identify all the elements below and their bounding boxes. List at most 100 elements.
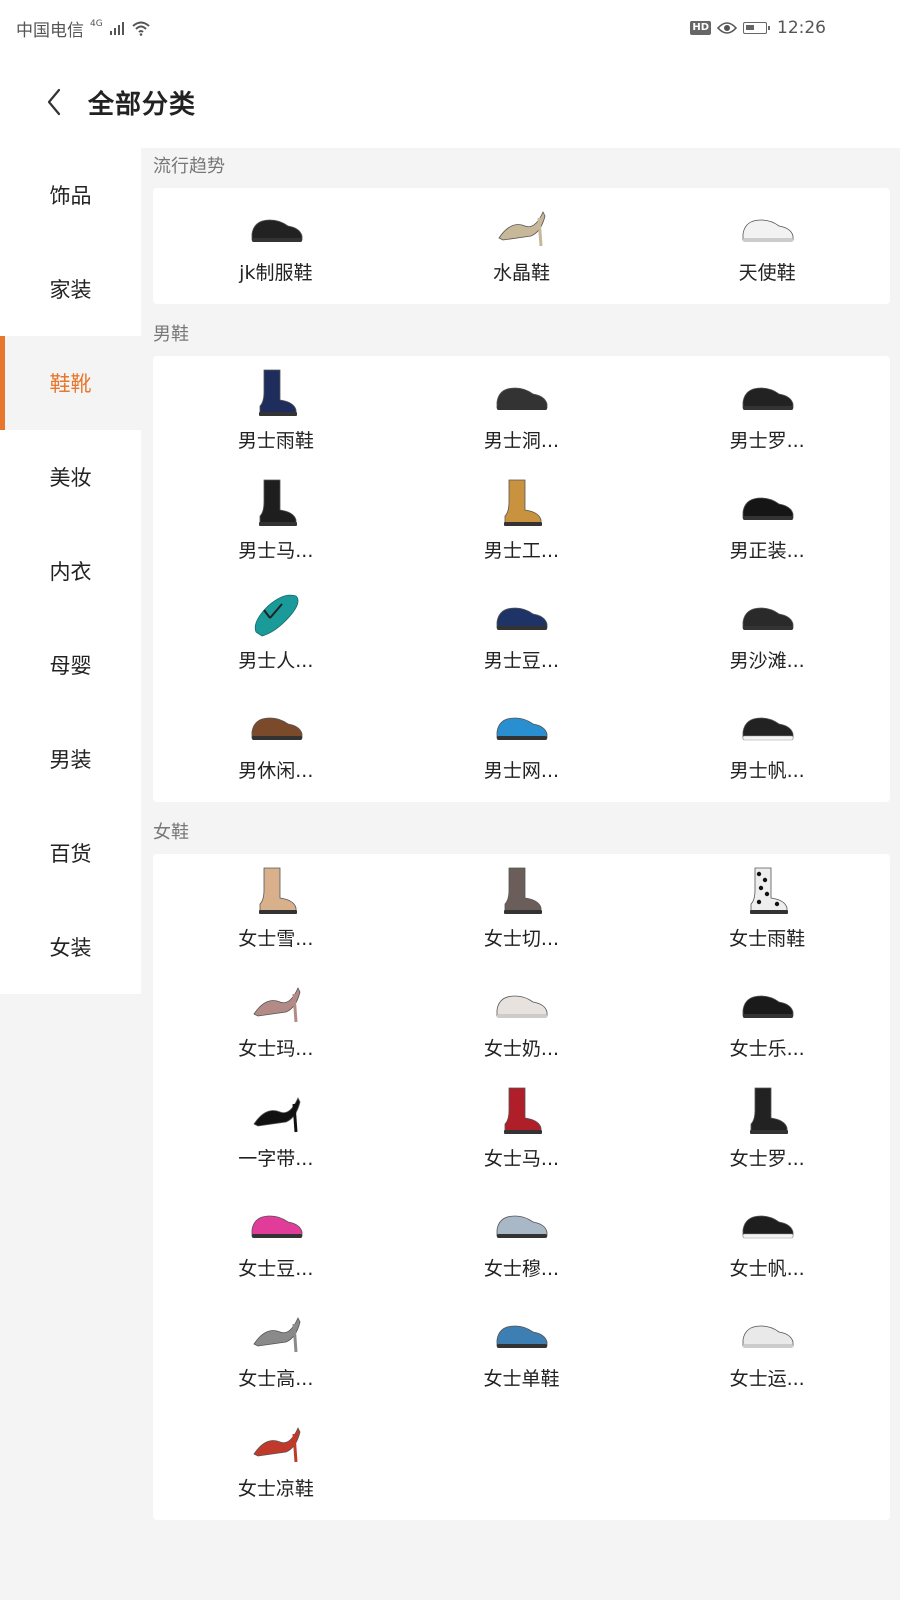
subcategory-content: 流行趋势 jk制服鞋 水晶鞋 天使鞋 男鞋 男士雨鞋 男士洞... 男士罗... 男士马... 男… [153, 148, 890, 1532]
clog-icon [497, 387, 548, 410]
subcategory-item[interactable]: 女士帆... [644, 1184, 890, 1294]
subcategory-label: 水晶鞋 [492, 262, 550, 284]
sidebar-item[interactable]: 百货 [0, 806, 141, 900]
subcategory-label: 男休闲... [238, 760, 314, 782]
subcategory-label: 女士罗... [729, 1148, 805, 1170]
subcategory-grid: jk制服鞋 水晶鞋 天使鞋 [153, 188, 890, 304]
white-nurse-shoe-icon [742, 219, 794, 242]
eye-icon [717, 22, 737, 34]
loafer-icon [497, 607, 548, 630]
subcategory-item[interactable]: 男士工... [399, 466, 645, 576]
sidebar-item[interactable]: 饰品 [0, 148, 141, 242]
chelsea-boot-icon [504, 867, 543, 914]
subcategory-item[interactable]: 一字带... [153, 1074, 399, 1184]
subcategory-item[interactable]: 男沙滩... [644, 576, 890, 686]
gladiator-sandal-icon [750, 1087, 789, 1134]
chevron-left-icon [47, 88, 61, 116]
subcategory-item[interactable]: 女士玛... [153, 964, 399, 1074]
subcategory-item[interactable]: 女士切... [399, 854, 645, 964]
sidebar-item-label: 家装 [49, 278, 92, 302]
sidebar-item[interactable]: 男装 [0, 712, 141, 806]
section-title: 女鞋 [153, 822, 189, 843]
canvas-sneaker-icon [742, 1215, 794, 1239]
subcategory-item[interactable]: 男正装... [644, 466, 890, 576]
subcategory-item[interactable]: 女士高... [153, 1294, 399, 1404]
subcategory-label: 天使鞋 [738, 262, 796, 284]
sidebar-item-label: 母婴 [49, 654, 92, 678]
black-loafer-icon [251, 219, 303, 242]
hd-icon: HD [690, 21, 711, 35]
sandal-icon [742, 387, 794, 410]
subcategory-item[interactable]: 女士雪... [153, 854, 399, 964]
tassel-loafer-icon [742, 995, 794, 1018]
mary-jane-icon [253, 987, 301, 1023]
subcategory-item[interactable]: 男士人... [153, 576, 399, 686]
strap-heel-icon [253, 1097, 301, 1133]
sidebar-item-label: 女装 [49, 936, 92, 960]
sidebar-item-label: 饰品 [49, 184, 92, 208]
subcategory-item[interactable]: 男士罗... [644, 356, 890, 466]
sidebar-item[interactable]: 母婴 [0, 618, 141, 712]
subcategory-label: 男正装... [729, 540, 805, 562]
battery-icon [743, 22, 770, 34]
subcategory-label: 女士穆... [483, 1258, 560, 1280]
rain-boot-icon [258, 369, 297, 416]
sidebar-item[interactable]: 美妆 [0, 430, 141, 524]
subcategory-item[interactable]: 女士穆... [399, 1184, 645, 1294]
subcategory-label: 女士乐... [729, 1038, 805, 1060]
subcategory-label: 男士网... [483, 760, 560, 782]
red-martin-boot-icon [504, 1087, 543, 1134]
subcategory-item[interactable]: 女士雨鞋 [644, 854, 890, 964]
subcategory-item[interactable]: 男士网... [399, 686, 645, 796]
subcategory-item[interactable]: 男士雨鞋 [153, 356, 399, 466]
subcategory-item[interactable]: 男休闲... [153, 686, 399, 796]
polka-rain-boot-icon [750, 867, 789, 914]
subcategory-item[interactable]: 天使鞋 [644, 188, 890, 298]
subcategory-label: 男士豆... [483, 650, 560, 672]
subcategory-item[interactable]: 男士马... [153, 466, 399, 576]
subcategory-label: 女士雨鞋 [729, 928, 806, 950]
martin-boot-icon [258, 479, 297, 526]
subcategory-item[interactable]: 女士凉鞋 [153, 1404, 399, 1514]
subcategory-item[interactable]: 女士奶... [399, 964, 645, 1074]
subcategory-item[interactable]: 男士洞... [399, 356, 645, 466]
subcategory-item[interactable]: 女士乐... [644, 964, 890, 1074]
subcategory-item[interactable]: 女士单鞋 [399, 1294, 645, 1404]
sidebar-item[interactable]: 鞋靴 [0, 336, 141, 430]
subcategory-label: 女士单鞋 [483, 1368, 560, 1390]
subcategory-label: 男士洞... [483, 430, 560, 452]
subcategory-item[interactable]: 女士马... [399, 1074, 645, 1184]
mule-icon [497, 1215, 548, 1238]
sidebar-item[interactable]: 内衣 [0, 524, 141, 618]
wifi-icon [132, 21, 150, 36]
sidebar-item-label: 内衣 [49, 560, 92, 584]
sidebar-item-label: 男装 [49, 748, 92, 772]
subcategory-item[interactable]: 女士豆... [153, 1184, 399, 1294]
status-bar: 中国电信 4G HD 12:26 [0, 0, 900, 56]
subcategory-label: 男士人... [238, 650, 314, 672]
subcategory-label: 女士凉鞋 [237, 1478, 314, 1500]
subcategory-label: 女士运... [729, 1368, 805, 1390]
subcategory-item[interactable]: 男士豆... [399, 576, 645, 686]
signal-icon [109, 22, 124, 35]
back-button[interactable] [34, 82, 74, 122]
flat-shoe-icon [497, 1325, 548, 1348]
high-heel-icon [253, 1317, 301, 1353]
status-right: HD 12:26 [690, 18, 826, 38]
subcategory-item[interactable]: jk制服鞋 [153, 188, 399, 298]
block-heel-sandal-icon [253, 1427, 301, 1463]
subcategory-item[interactable]: 男士帆... [644, 686, 890, 796]
subcategory-item[interactable]: 女士罗... [644, 1074, 890, 1184]
nav-bar: 全部分类 [0, 56, 900, 148]
subcategory-item[interactable]: 女士运... [644, 1294, 890, 1404]
flip-flop-icon [254, 594, 299, 637]
category-sidebar: 饰品家装鞋靴 美妆内衣母婴男装百货女装 [0, 148, 141, 994]
subcategory-item[interactable]: 水晶鞋 [399, 188, 645, 298]
sidebar-item[interactable]: 家装 [0, 242, 141, 336]
sidebar-item[interactable]: 女装 [0, 900, 141, 994]
page-title: 全部分类 [88, 89, 197, 120]
casual-shoe-icon [251, 717, 303, 740]
status-time: 12:26 [777, 18, 826, 38]
crystal-heel-icon [498, 211, 546, 247]
subcategory-label: 女士高... [238, 1368, 314, 1390]
